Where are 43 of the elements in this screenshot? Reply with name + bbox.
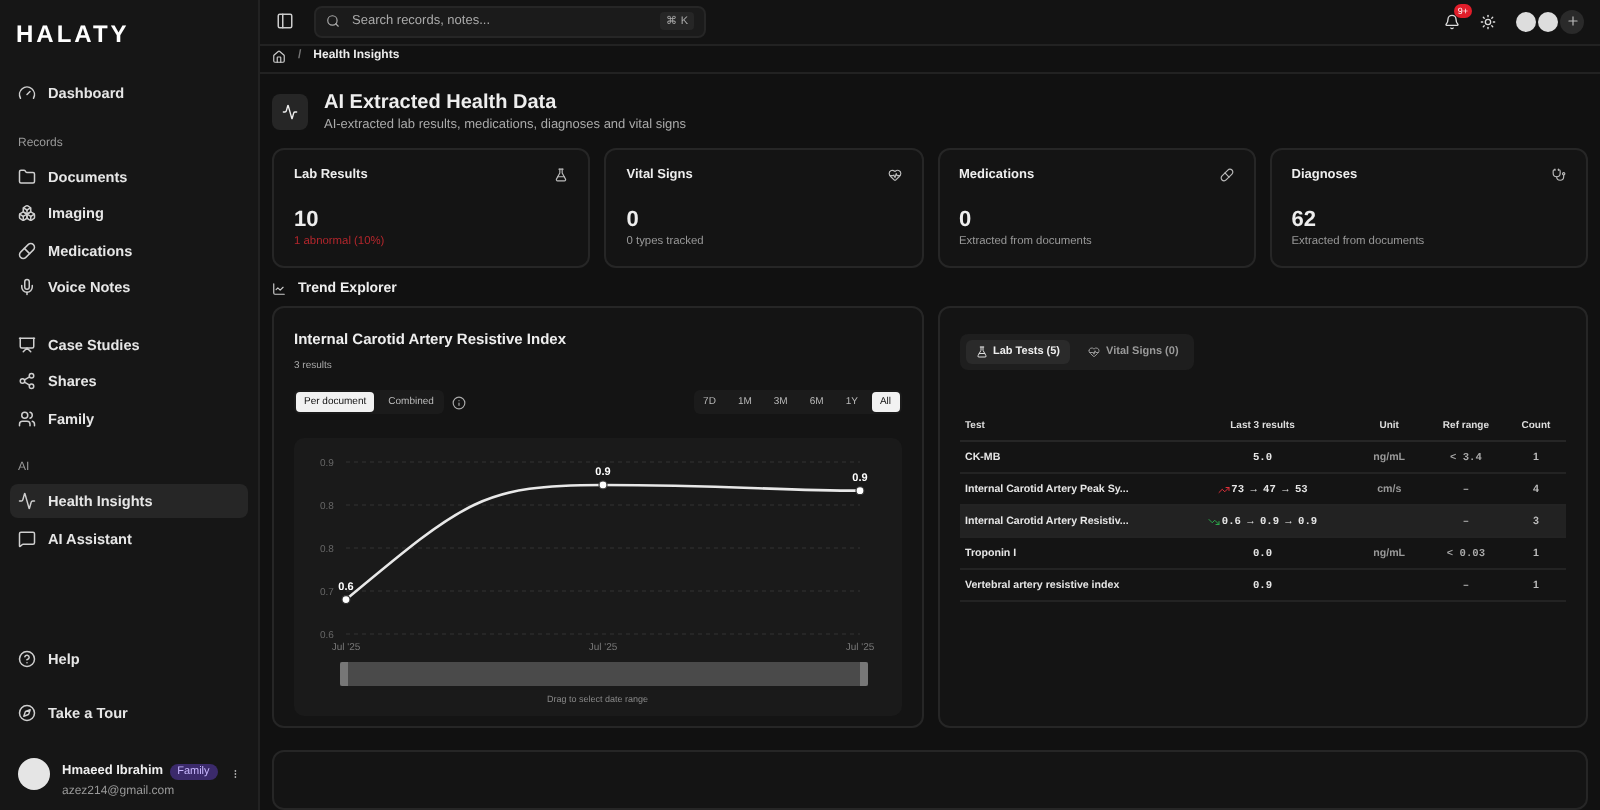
member-avatar[interactable] — [1516, 11, 1536, 32]
plus-icon — [1565, 14, 1579, 29]
flask-icon — [554, 168, 569, 182]
pill-icon — [18, 241, 36, 259]
data-point — [341, 595, 351, 605]
trend-up-icon — [1217, 483, 1230, 495]
page-title: AI Extracted Health Data — [324, 92, 559, 114]
flask-icon — [975, 346, 987, 358]
help-icon — [18, 650, 36, 668]
info-icon[interactable] — [451, 395, 466, 409]
data-point — [598, 480, 608, 490]
pill-icon — [1219, 168, 1234, 182]
home-icon[interactable] — [272, 49, 286, 64]
share-icon — [18, 372, 36, 390]
presentation-icon — [18, 335, 36, 353]
notification-icon[interactable] — [1444, 13, 1460, 30]
activity-icon — [18, 492, 36, 510]
stat-value: 0 — [959, 208, 974, 232]
heart-icon — [1088, 346, 1101, 358]
member-avatar[interactable] — [1538, 11, 1558, 32]
stethoscope-icon — [1552, 168, 1566, 182]
stat-value: 10 — [294, 208, 321, 232]
users-icon — [18, 409, 36, 427]
sidebar-toggle-icon[interactable] — [276, 12, 294, 31]
gauge-icon — [18, 84, 36, 102]
trend-down-icon — [1207, 515, 1220, 527]
add-button[interactable] — [1560, 9, 1584, 34]
boxes-icon — [18, 204, 36, 222]
theme-icon[interactable] — [1480, 13, 1496, 30]
heart-icon — [887, 168, 901, 182]
stat-value: 0 — [626, 208, 641, 232]
search-icon — [326, 14, 340, 29]
folder-icon — [18, 167, 36, 185]
range-slider[interactable] — [340, 662, 868, 686]
header-icon — [272, 94, 308, 130]
stat-value: 62 — [1291, 208, 1318, 232]
compass-icon — [18, 703, 36, 721]
brand-logo[interactable]: HALATY — [10, 16, 248, 76]
mic-icon — [18, 278, 36, 296]
user-avatar — [18, 757, 50, 789]
data-point — [855, 486, 865, 496]
chart-icon — [272, 282, 286, 296]
message-icon — [18, 529, 36, 547]
